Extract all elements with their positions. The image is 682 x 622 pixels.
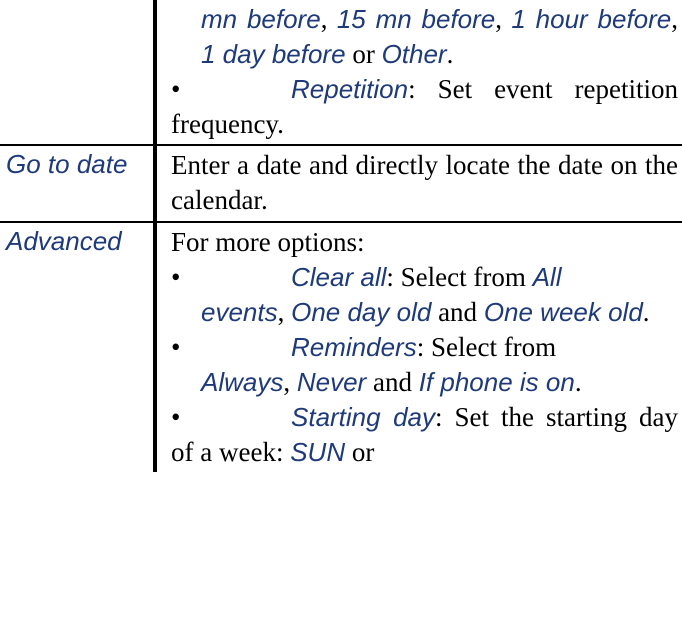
dot: . (447, 39, 454, 69)
opt-all-events: All (533, 262, 562, 292)
text-repetition-rest: : Set event repetition frequency. (171, 74, 678, 139)
em-starting-day: Starting day (291, 402, 435, 432)
opt-1day-before: 1 day before (201, 39, 346, 69)
opt-never: Never (297, 367, 366, 397)
text-advanced-intro: For more options: (171, 225, 678, 260)
dot: . (575, 367, 582, 397)
opt-15mn-before: 15 mn before (337, 4, 495, 34)
row-advanced: Advanced For more options: Clear all: Se… (0, 222, 682, 473)
word-and: and (431, 297, 483, 327)
row-body-reminder: mn before, 15 mn before, 1 hour before, … (155, 0, 682, 145)
bullet-starting-day: Starting day: Set the starting day of a … (171, 400, 678, 470)
opt-one-week-old: One week old (484, 297, 643, 327)
row-go-to-date: Go to date Enter a date and directly loc… (0, 145, 682, 221)
opt-1hour-before: 1 hour before (511, 4, 671, 34)
sep: , (278, 297, 292, 327)
em-repetition: Repetition (291, 74, 408, 104)
body-advanced: For more options: Clear all: Select from… (155, 222, 682, 473)
sep: , (671, 4, 678, 34)
opt-all-events-tail: events (201, 297, 278, 327)
dot: . (643, 297, 650, 327)
opt-always: Always (201, 367, 283, 397)
sep: , (495, 4, 511, 34)
opt-one-day-old: One day old (291, 297, 431, 327)
word-or: or (345, 437, 374, 467)
text-clear-all-a: : Select from (386, 262, 532, 292)
bullet-clear-all: Clear all: Select from All (171, 260, 678, 295)
opt-sun: SUN (290, 437, 345, 467)
bullet-reminders: Reminders: Select from (171, 330, 678, 365)
text-reminders-a: : Select from (417, 332, 556, 362)
opt-other: Other (382, 39, 447, 69)
opt-if-phone-on: If phone is on (419, 367, 575, 397)
label-advanced: Advanced (0, 222, 155, 473)
options-table: mn before, 15 mn before, 1 hour before, … (0, 0, 682, 472)
row-reminder-continued: mn before, 15 mn before, 1 hour before, … (0, 0, 682, 145)
row-label-blank (0, 0, 155, 145)
body-go-to-date: Enter a date and directly locate the dat… (155, 145, 682, 221)
word-or: or (346, 39, 382, 69)
text-go-to-date: Enter a date and directly locate the dat… (171, 148, 678, 218)
em-clear-all: Clear all (291, 262, 386, 292)
clear-all-cont: events, One day old and One week old. (171, 295, 678, 330)
label-go-to-date: Go to date (0, 145, 155, 221)
em-reminders: Reminders (291, 332, 417, 362)
sep: , (321, 4, 337, 34)
sep: , (283, 367, 297, 397)
reminders-cont: Always, Never and If phone is on. (171, 365, 678, 400)
reminder-options-line: mn before, 15 mn before, 1 hour before, … (171, 2, 678, 72)
word-and: and (366, 367, 418, 397)
bullet-repetition: Repetition: Set event repetition frequen… (171, 72, 678, 142)
opt-mn-before: mn before (201, 4, 321, 34)
